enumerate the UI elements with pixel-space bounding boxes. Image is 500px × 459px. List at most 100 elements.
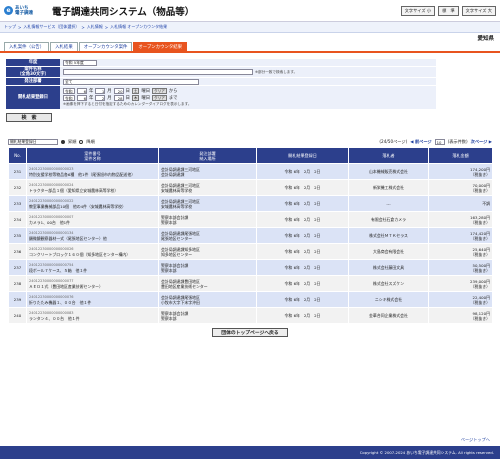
page-top-link[interactable]: ページトップへ	[461, 437, 490, 443]
row-no: 231	[8, 163, 27, 180]
search-button[interactable]: 検 索	[6, 113, 52, 122]
row-no: 237	[8, 259, 27, 276]
from-year-input[interactable]: 6	[77, 88, 87, 94]
header: e あいち 電子調達 電子調達共同システム（物品等） 文字サイズ 小 標 準 文字…	[0, 0, 500, 22]
tab-bar: 入札案件（公告） 入札結果 オープンカウンタ案件 オープンカウンタ結果	[0, 42, 500, 53]
to-clear-button[interactable]: クリア	[152, 95, 167, 101]
row-no: 236	[8, 243, 27, 260]
table-row[interactable]: 239 24012230000000000076 折りたたみ機器１、００台 他１件会…	[8, 291, 493, 308]
font-standard-button[interactable]: 標 準	[438, 5, 459, 16]
tab-bid-result[interactable]: 入札結果	[50, 42, 78, 51]
row-date: 令和 6年 2月 2日	[256, 291, 349, 308]
department-select[interactable]: 全て	[63, 78, 199, 85]
row-dept: 会計局調達課知多地区 知多地区センター	[158, 243, 257, 260]
case-name-input[interactable]	[63, 69, 253, 75]
col-winner: 落札者	[348, 147, 429, 164]
from-day-input[interactable]: 20	[113, 88, 124, 94]
table-row[interactable]: 237 24012230000000000754 段ボール７ケース、５箱 他１件 警察…	[8, 259, 493, 276]
next-page-link[interactable]: 次ページ ▶	[471, 139, 492, 145]
row-winner: 金華合同企業株式会社	[348, 307, 429, 324]
to-year-input[interactable]: 6	[77, 95, 87, 101]
prev-page-link[interactable]: ◀ 前ページ	[410, 139, 431, 145]
from-calendar-icon[interactable]: 土	[131, 88, 140, 94]
row-date: 令和 6年 2月 2日	[256, 179, 349, 196]
breadcrumb-link[interactable]: トップ	[4, 24, 16, 30]
row-case[interactable]: 24012230000000000007 カメラ1、00台 他1件	[26, 211, 159, 228]
to-day-input[interactable]: 28	[113, 95, 124, 101]
row-case[interactable]: 24012230000000000026 コンクリートブロック１６０個（知多地区セ…	[26, 243, 159, 260]
col-dept: 発注部署 納入場所	[158, 147, 257, 164]
asc-radio[interactable]	[61, 140, 65, 144]
row-dept: 警察本部会計課 警察本部	[158, 211, 257, 228]
row-winner: 有限会社石倉カメラ	[348, 211, 429, 228]
sort-select[interactable]: 開札結果登録日	[8, 139, 58, 145]
search-form: 年度 令和 5年度 案件名称 （全角30文字） ※部分一致で検索します。 発注部…	[6, 59, 436, 110]
col-case: 案件番号 案件名称	[26, 147, 159, 164]
row-dept: 会計局調達課三河地区 会計局調達課	[158, 163, 257, 180]
desc-radio[interactable]	[79, 140, 84, 144]
row-case[interactable]: 24012230000000000134 顕微鏡観察器材一式（尾張地区センター）他	[26, 227, 159, 244]
row-amount: 50,500円 （税抜き）	[428, 259, 493, 276]
row-case[interactable]: 24012230000000000077 ＡＥＤ１式（豊田地区産業技術センター）	[26, 275, 159, 292]
table-row[interactable]: 233 24012230000000000022 教室事業機械部品10個 他の4件（…	[8, 195, 493, 212]
font-large-button[interactable]: 文字サイズ 大	[461, 5, 496, 16]
list-controls: 開札結果登録日 昇順 降順 (24/50ページ) ◀ 前ページ 10 (表示件数…	[8, 139, 492, 145]
tab-open-counter[interactable]: オープンカウンタ案件	[78, 42, 133, 51]
table-row[interactable]: 231 24012230000000000023 特別支援学校等物品各6種 他1件（…	[8, 163, 493, 180]
table-row[interactable]: 235 24012230000000000134 顕微鏡観察器材一式（尾張地区センタ…	[8, 227, 493, 244]
asc-label: 昇順	[68, 139, 77, 144]
desc-label: 降順	[86, 139, 95, 144]
row-dept: 会計局調達課豊田地区 豊田地区産業技術センター	[158, 275, 257, 292]
breadcrumb-link[interactable]: 入札情報サービス（団体選択）	[23, 24, 79, 30]
breadcrumb-link[interactable]: 入札情報	[87, 24, 103, 30]
col-date: 開札結果登録日	[256, 147, 349, 164]
row-no: 235	[8, 227, 27, 244]
row-date: 令和 6年 2月 2日	[256, 195, 349, 212]
table-row[interactable]: 238 24012230000000000077 ＡＥＤ１式（豊田地区産業技術センタ…	[8, 275, 493, 292]
to-month-input[interactable]: 2	[95, 95, 106, 101]
row-amount: 98,120円 （税抜き）	[428, 307, 493, 324]
row-winner: 山本機械販売株式会社	[348, 163, 429, 180]
row-case[interactable]: 24012230000000000083 ランタン４、００台 他１件	[26, 307, 159, 324]
row-winner: 大島商会有限会社	[348, 243, 429, 260]
row-dept: 会計局調達課尾張地区 小牧市大字下末字沖田	[158, 291, 257, 308]
to-era-select[interactable]: 令和	[63, 95, 75, 101]
to-calendar-icon[interactable]: 木	[131, 95, 140, 101]
result-date-label: 開札結果登録日	[6, 86, 60, 109]
per-page-label: (表示件数)	[447, 139, 468, 144]
fiscal-year-select[interactable]: 令和 5年度	[63, 59, 97, 66]
table-row[interactable]: 236 24012230000000000026 コンクリートブロック１６０個（知多…	[8, 243, 493, 260]
from-clear-button[interactable]: クリア	[152, 88, 167, 94]
page-info: (24/50ページ)	[379, 139, 408, 144]
table-row[interactable]: 232 24012230000000000024 トラクター部品１個（愛知県立安城農…	[8, 179, 493, 196]
row-dept: 会計局調達課三河地区 安城農林高等学校	[158, 195, 257, 212]
fiscal-year-label: 年度	[6, 59, 60, 66]
row-dept: 警察本部会計課 警察本部	[158, 307, 257, 324]
row-no: 234	[8, 211, 27, 228]
row-date: 令和 6年 2月 2日	[256, 211, 349, 228]
per-page-select[interactable]: 10	[434, 139, 445, 145]
row-case[interactable]: 24012230000000000022 教室事業機械部品10個 他の4件（安城農…	[26, 195, 159, 212]
logo: e あいち 電子調達	[4, 2, 48, 20]
row-case[interactable]: 24012230000000000076 折りたたみ機器１、００台 他１件	[26, 291, 159, 308]
row-date: 令和 6年 2月 2日	[256, 275, 349, 292]
tab-bid-notice[interactable]: 入札案件（公告）	[4, 42, 50, 51]
from-month-input[interactable]: 1	[95, 88, 106, 94]
col-amount: 落札金額	[428, 147, 493, 164]
department-label: 発注部署	[6, 78, 60, 85]
row-case[interactable]: 24012230000000000023 特別支援学校等物品各6種 他1件（尾張旭…	[26, 163, 159, 180]
table-row[interactable]: 234 24012230000000000007 カメラ1、00台 他1件 警察本部会…	[8, 211, 493, 228]
row-dept: 警察本部会計課 警察本部	[158, 259, 257, 276]
tab-open-counter-result[interactable]: オープンカウンタ結果	[133, 42, 188, 51]
row-case[interactable]: 24012230000000000024 トラクター部品１個（愛知県立安城農林高等…	[26, 179, 159, 196]
back-to-top-button[interactable]: 団体のトップページへ戻る	[212, 328, 288, 337]
row-case[interactable]: 24012230000000000754 段ボール７ケース、５箱 他１件	[26, 259, 159, 276]
row-winner: ---	[348, 195, 429, 212]
font-small-button[interactable]: 文字サイズ 小	[400, 5, 436, 16]
table-row[interactable]: 240 24012230000000000083 ランタン４、００台 他１件 警察本部…	[8, 307, 493, 324]
case-name-label: 案件名称 （全角30文字）	[6, 67, 60, 77]
row-amount: 22,400円 （税抜き）	[428, 291, 493, 308]
from-era-select[interactable]: 令和	[63, 88, 75, 94]
row-amount: 239,000円 （税抜き）	[428, 275, 493, 292]
row-winner: 株式会社藤田文具	[348, 259, 429, 276]
